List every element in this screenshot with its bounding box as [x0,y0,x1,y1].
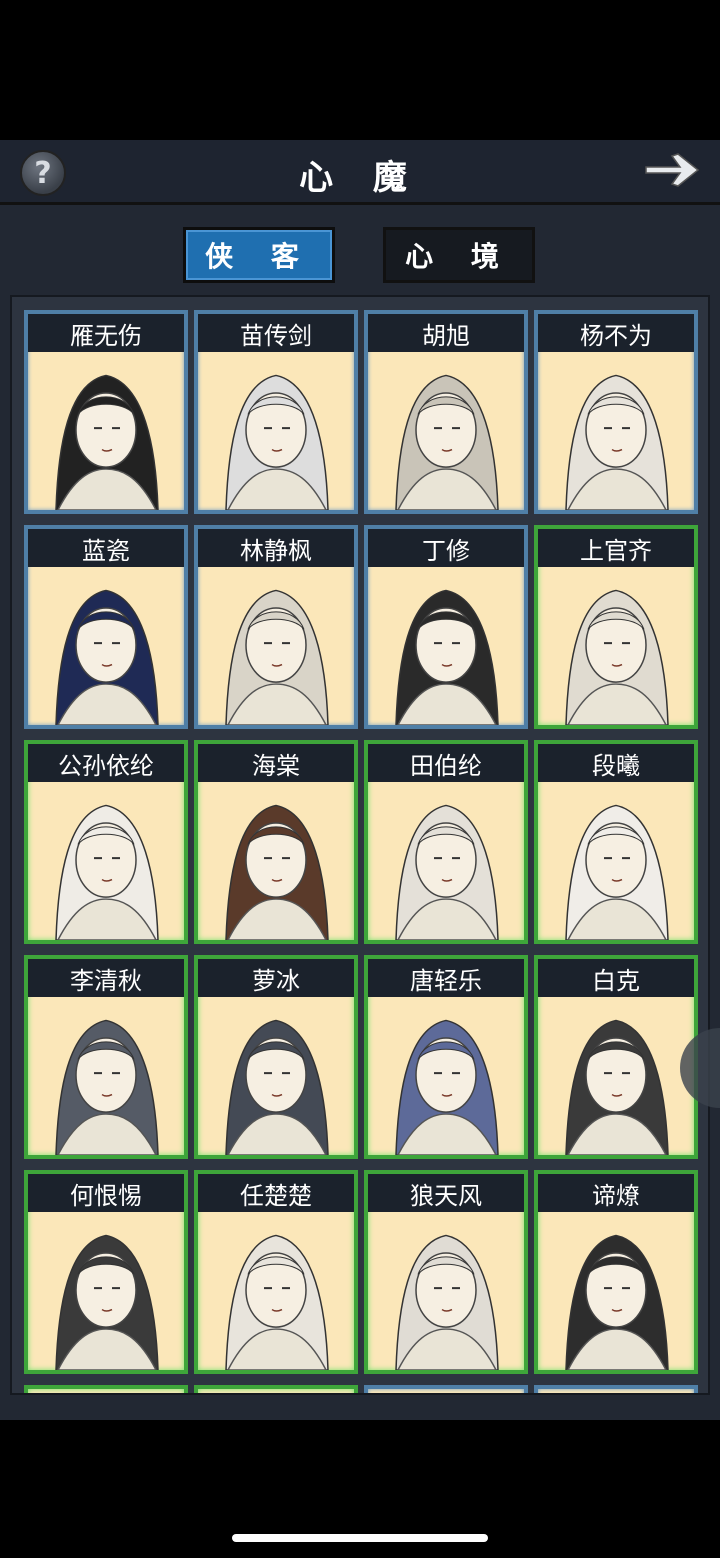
character-card[interactable]: 胡旭 [364,310,528,514]
character-name: 杨不为 [538,314,694,352]
character-name: 蓝瓷 [28,529,184,567]
tab-xinjing[interactable]: 心 境 [383,227,535,283]
character-portrait [538,1214,694,1370]
character-portrait [28,354,184,510]
character-card[interactable]: 唐轻乐 [364,955,528,1159]
page-title: 心 魔 [299,158,421,198]
character-portrait [368,999,524,1155]
character-portrait [28,569,184,725]
character-portrait [28,784,184,940]
character-name: 狼天风 [368,1174,524,1212]
character-card[interactable]: 雁无伤 [24,310,188,514]
character-card[interactable]: 公孙依纶 [24,740,188,944]
character-name: 萝冰 [198,959,354,997]
character-card-partial[interactable] [364,1385,528,1393]
character-card[interactable]: 杨不为 [534,310,698,514]
character-portrait [28,1214,184,1370]
character-portrait [198,569,354,725]
home-indicator[interactable] [232,1534,488,1542]
character-name: 胡旭 [368,314,524,352]
character-portrait [538,569,694,725]
character-portrait [368,569,524,725]
character-name: 苗传剑 [198,314,354,352]
character-card[interactable]: 萝冰 [194,955,358,1159]
character-name: 谛燎 [538,1174,694,1212]
character-name: 白克 [538,959,694,997]
character-card[interactable]: 苗传剑 [194,310,358,514]
character-card-partial[interactable] [194,1385,358,1393]
character-card[interactable]: 田伯纶 [364,740,528,944]
character-card[interactable]: 谛燎 [534,1170,698,1374]
character-name: 何恨惕 [28,1174,184,1212]
character-portrait [198,999,354,1155]
character-portrait [368,1214,524,1370]
character-name: 林静枫 [198,529,354,567]
character-portrait [28,999,184,1155]
character-name: 任楚楚 [198,1174,354,1212]
character-card[interactable]: 狼天风 [364,1170,528,1374]
character-name: 海棠 [198,744,354,782]
character-card[interactable]: 蓝瓷 [24,525,188,729]
character-name: 上官齐 [538,529,694,567]
character-grid: 雁无伤 苗传剑 胡旭 杨不为蓝瓷 林静枫 丁修 上官齐公孙依纶 海棠 田伯纶 段曦李清秋 萝冰 唐轻乐… [10,295,710,1395]
character-name: 雁无伤 [28,314,184,352]
character-card[interactable]: 白克 [534,955,698,1159]
character-card-partial[interactable] [24,1385,188,1393]
character-portrait [538,354,694,510]
character-card[interactable]: 海棠 [194,740,358,944]
character-portrait [538,784,694,940]
character-name: 田伯纶 [368,744,524,782]
character-portrait [198,354,354,510]
character-name: 公孙依纶 [28,744,184,782]
main-panel: 侠 客 心 境 雁无伤 苗传剑 胡旭 杨不为蓝瓷 林静枫 丁修 上官齐公孙依纶 海棠 田伯纶 段曦… [0,205,720,1420]
arrow-right-icon[interactable] [642,150,702,190]
character-portrait [198,1214,354,1370]
character-card[interactable]: 李清秋 [24,955,188,1159]
character-name: 丁修 [368,529,524,567]
character-name: 唐轻乐 [368,959,524,997]
character-card[interactable]: 任楚楚 [194,1170,358,1374]
top-bar: ? 心 魔 [0,140,720,205]
character-card-partial[interactable] [534,1385,698,1393]
character-card[interactable]: 何恨惕 [24,1170,188,1374]
character-card[interactable]: 林静枫 [194,525,358,729]
character-card[interactable]: 段曦 [534,740,698,944]
tab-xiake[interactable]: 侠 客 [183,227,335,283]
character-portrait [538,999,694,1155]
character-card[interactable]: 丁修 [364,525,528,729]
character-portrait [368,784,524,940]
character-card[interactable]: 上官齐 [534,525,698,729]
character-name: 李清秋 [28,959,184,997]
character-portrait [198,784,354,940]
character-portrait [368,354,524,510]
character-name: 段曦 [538,744,694,782]
